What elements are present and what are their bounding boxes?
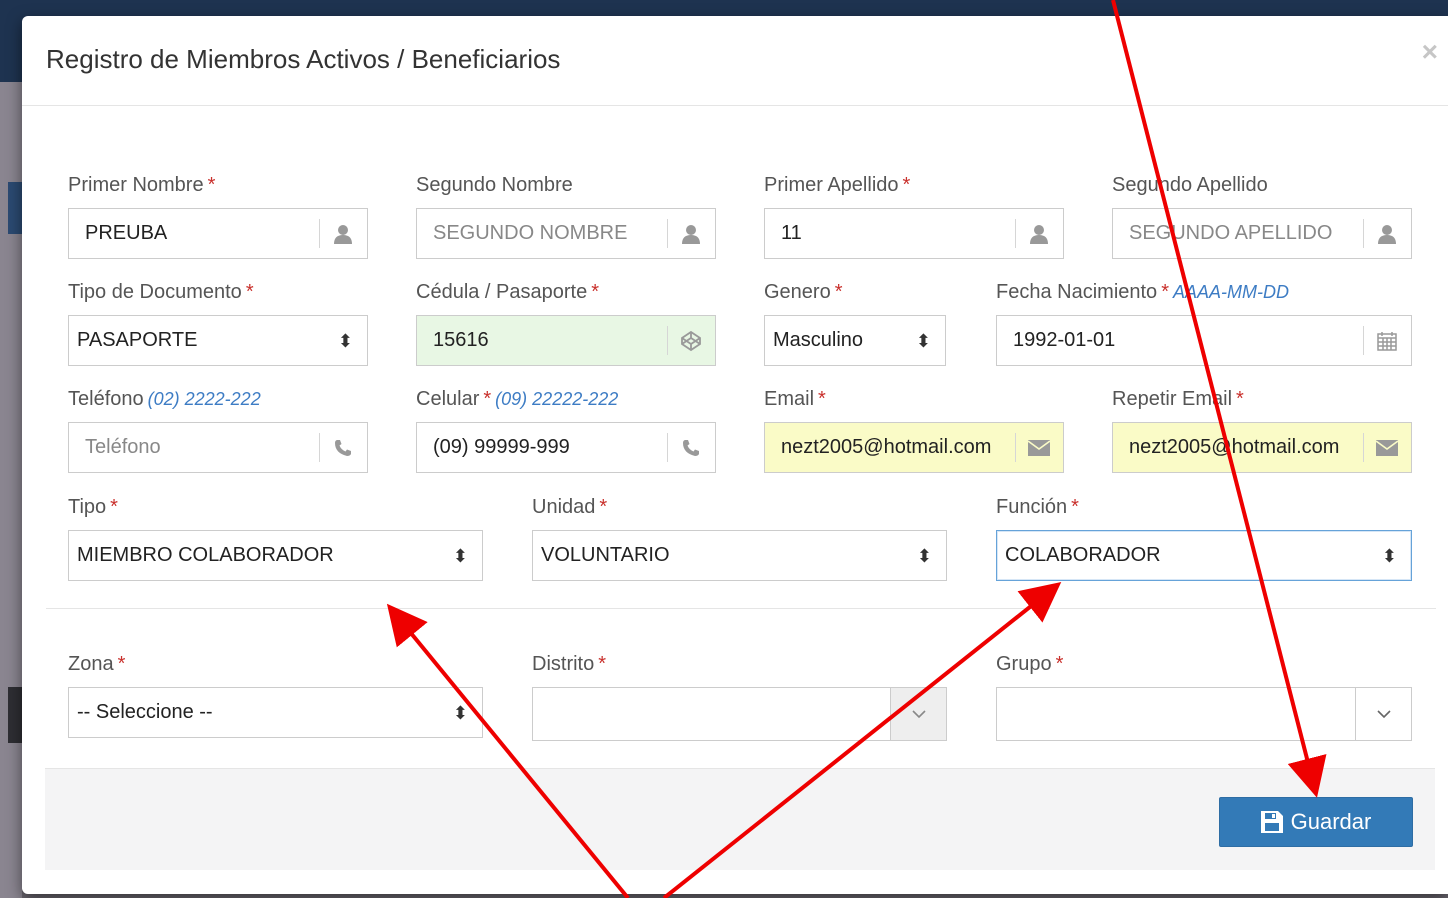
grupo-value — [997, 688, 1355, 740]
distrito-combobox[interactable] — [532, 687, 947, 741]
email-label: Email * — [764, 388, 826, 410]
zona-value: -- Seleccione -- — [77, 701, 213, 723]
celular-input[interactable]: (09) 99999-999 — [416, 422, 716, 473]
sort-arrows-icon: ⬍ — [915, 330, 931, 351]
tipo-label: Tipo * — [68, 496, 118, 518]
unidad-select[interactable]: VOLUNTARIO ⬍ — [532, 530, 947, 581]
sort-arrows-icon: ⬍ — [337, 330, 353, 351]
funcion-value: COLABORADOR — [1005, 544, 1161, 566]
cedula-value: 15616 — [433, 329, 489, 351]
background-nav-item — [8, 182, 22, 234]
email-value: nezt2005@hotmail.com — [781, 436, 992, 458]
cedula-input[interactable]: 15616 — [416, 315, 716, 366]
chevron-down-icon[interactable] — [890, 688, 946, 740]
close-button[interactable]: × — [1422, 38, 1438, 66]
primer-apellido-label: Primer Apellido * — [764, 174, 911, 196]
grupo-combobox[interactable] — [996, 687, 1412, 741]
funcion-select[interactable]: COLABORADOR ⬍ — [996, 530, 1412, 581]
sort-arrows-icon: ⬍ — [452, 702, 468, 723]
save-button-label: Guardar — [1290, 809, 1372, 834]
zona-select[interactable]: -- Seleccione -- ⬍ — [68, 687, 483, 738]
primer-nombre-label: Primer Nombre * — [68, 174, 216, 196]
codepen-icon — [667, 316, 715, 365]
user-icon — [319, 209, 367, 258]
genero-select[interactable]: Masculino ⬍ — [764, 315, 946, 366]
envelope-icon — [1363, 423, 1411, 472]
user-icon — [1363, 209, 1411, 258]
phone-icon — [667, 423, 715, 472]
unidad-label: Unidad * — [532, 496, 608, 518]
tipo-select[interactable]: MIEMBRO COLABORADOR ⬍ — [68, 530, 483, 581]
primer-nombre-input[interactable]: PREUBA — [68, 208, 368, 259]
repetir-email-label: Repetir Email * — [1112, 388, 1244, 410]
background-panel — [8, 687, 22, 743]
celular-value: (09) 99999-999 — [433, 436, 570, 458]
funcion-label: Función * — [996, 496, 1079, 518]
cedula-label: Cédula / Pasaporte * — [416, 281, 600, 303]
calendar-icon[interactable] — [1363, 316, 1411, 365]
repetir-email-value: nezt2005@hotmail.com — [1129, 436, 1340, 458]
distrito-label: Distrito * — [532, 653, 607, 675]
distrito-value — [533, 688, 890, 740]
section-divider — [46, 608, 1436, 609]
tipo-documento-value: PASAPORTE — [77, 329, 198, 351]
unidad-value: VOLUNTARIO — [541, 544, 670, 566]
background-page — [0, 82, 22, 898]
fecha-nacimiento-input[interactable]: 1992-01-01 — [996, 315, 1412, 366]
grupo-label: Grupo * — [996, 653, 1064, 675]
user-icon — [1015, 209, 1063, 258]
segundo-nombre-input[interactable]: SEGUNDO NOMBRE — [416, 208, 716, 259]
tipo-value: MIEMBRO COLABORADOR — [77, 544, 334, 566]
genero-value: Masculino — [773, 329, 864, 351]
user-icon — [667, 209, 715, 258]
tipo-documento-label: Tipo de Documento * — [68, 281, 254, 303]
fecha-nacimiento-value: 1992-01-01 — [1013, 329, 1116, 351]
segundo-apellido-input[interactable]: SEGUNDO APELLIDO — [1112, 208, 1412, 259]
floppy-disk-icon — [1260, 811, 1283, 833]
tipo-documento-select[interactable]: PASAPORTE ⬍ — [68, 315, 368, 366]
primer-apellido-value: 11 — [781, 222, 802, 244]
zona-label: Zona * — [68, 653, 126, 675]
celular-label: Celular * (09) 22222-222 — [416, 388, 619, 410]
sort-arrows-icon: ⬍ — [1381, 545, 1397, 566]
genero-label: Genero * — [764, 281, 843, 303]
telefono-input[interactable]: Teléfono — [68, 422, 368, 473]
sort-arrows-icon: ⬍ — [916, 545, 932, 566]
segundo-nombre-label: Segundo Nombre — [416, 174, 573, 196]
chevron-down-icon[interactable] — [1355, 688, 1411, 740]
segundo-apellido-label: Segundo Apellido — [1112, 174, 1268, 196]
envelope-icon — [1015, 423, 1063, 472]
sort-arrows-icon: ⬍ — [452, 545, 468, 566]
telefono-label: Teléfono (02) 2222-222 — [68, 388, 261, 410]
segundo-apellido-placeholder: SEGUNDO APELLIDO — [1129, 222, 1333, 244]
modal-header: Registro de Miembros Activos / Beneficia… — [22, 16, 1448, 106]
telefono-placeholder: Teléfono — [85, 436, 161, 458]
member-registration-modal: Registro de Miembros Activos / Beneficia… — [22, 16, 1448, 894]
phone-icon — [319, 423, 367, 472]
segundo-nombre-placeholder: SEGUNDO NOMBRE — [433, 222, 628, 244]
save-button[interactable]: Guardar — [1219, 797, 1413, 847]
modal-title: Registro de Miembros Activos / Beneficia… — [46, 44, 561, 74]
repetir-email-input[interactable]: nezt2005@hotmail.com — [1112, 422, 1412, 473]
primer-apellido-input[interactable]: 11 — [764, 208, 1064, 259]
fecha-nacimiento-label: Fecha Nacimiento * AAAA-MM-DD — [996, 281, 1289, 303]
primer-nombre-value: PREUBA — [85, 222, 168, 244]
email-input[interactable]: nezt2005@hotmail.com — [764, 422, 1064, 473]
